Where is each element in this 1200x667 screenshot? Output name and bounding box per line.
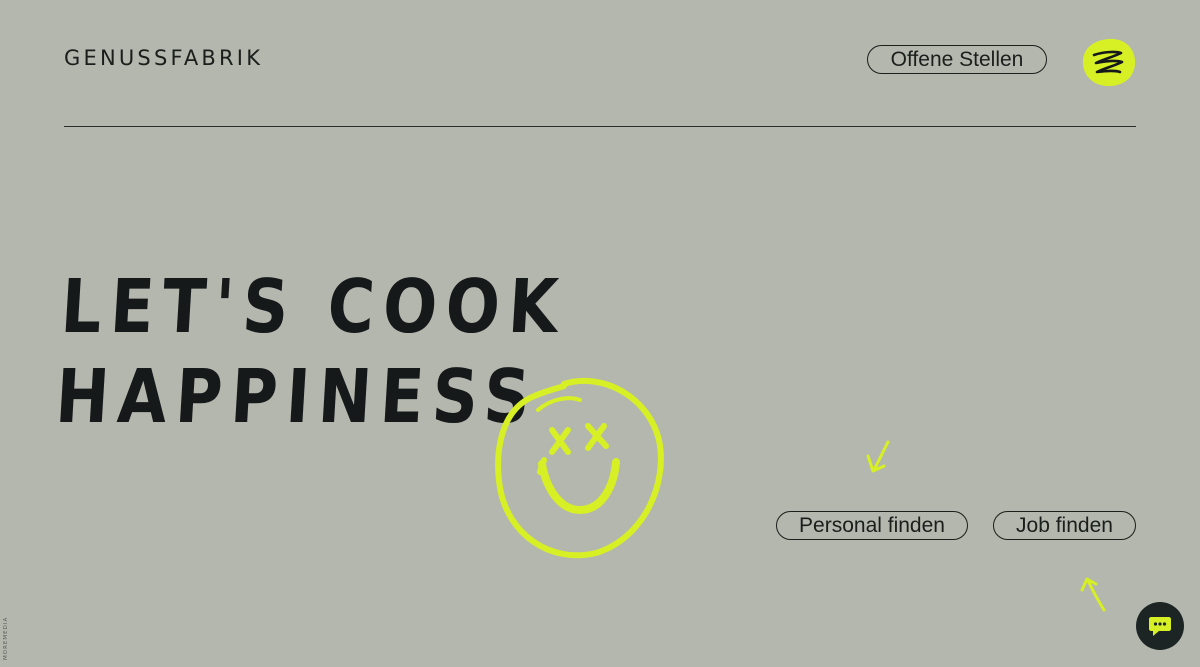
arrow-up-doodle-icon — [1080, 577, 1106, 612]
side-credit: MOREMEDIA — [3, 616, 9, 660]
hero-headline: LET'S COOK HAPPINESS — [53, 262, 569, 442]
offene-stellen-button[interactable]: Offene Stellen — [867, 45, 1047, 74]
header-divider — [64, 126, 1136, 127]
chat-button[interactable] — [1136, 602, 1184, 650]
chat-bubble-icon — [1149, 617, 1171, 636]
job-finden-button[interactable]: Job finden — [993, 511, 1136, 540]
hero-line-2: HAPPINESS — [53, 354, 541, 440]
smiley-doodle-icon — [495, 377, 664, 559]
hero-line-1: LET'S COOK — [58, 264, 570, 350]
scribble-menu-icon — [1082, 38, 1136, 87]
menu-button[interactable] — [1081, 36, 1137, 88]
personal-finden-button[interactable]: Personal finden — [776, 511, 968, 540]
arrow-down-doodle-icon — [866, 440, 890, 473]
logo[interactable]: GENUSSFABRIK — [64, 46, 263, 70]
